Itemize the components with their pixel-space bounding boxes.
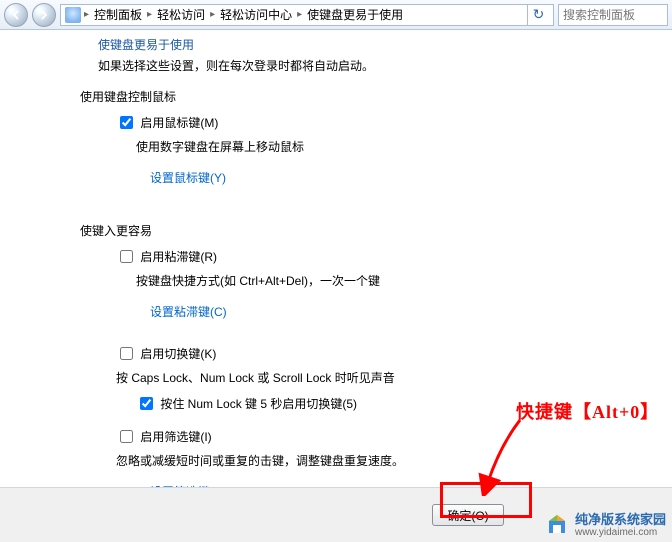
enable-sticky-keys-label[interactable]: 启用粘滞键(R) bbox=[140, 250, 217, 264]
hold-numlock-checkbox[interactable] bbox=[140, 397, 153, 410]
breadcrumb-keyboard-easier[interactable]: 使键盘更易于使用 bbox=[305, 4, 405, 25]
ok-button[interactable]: 确定(O) bbox=[432, 504, 504, 526]
address-bar: ▸ 控制面板 ▸ 轻松访问 ▸ 轻松访问中心 ▸ 使键盘更易于使用 ↻ 搜索控制… bbox=[0, 0, 672, 30]
chevron-right-icon: ▸ bbox=[296, 9, 303, 20]
annotation-text: 快捷键【Alt+0】 bbox=[516, 398, 659, 424]
refresh-icon[interactable]: ↻ bbox=[527, 4, 549, 26]
watermark-logo-icon bbox=[545, 513, 569, 537]
page-intro: 如果选择这些设置，则在每次登录时都将自动启动。 bbox=[98, 57, 662, 74]
watermark-name: 纯净版系统家园 bbox=[575, 513, 666, 527]
breadcrumb-ease-of-access-center[interactable]: 轻松访问中心 bbox=[218, 4, 294, 25]
chevron-right-icon: ▸ bbox=[146, 9, 153, 20]
chevron-right-icon: ▸ bbox=[83, 9, 90, 20]
set-sticky-keys-link[interactable]: 设置粘滞键(C) bbox=[150, 303, 227, 320]
enable-filter-keys-checkbox[interactable] bbox=[120, 430, 133, 443]
set-mouse-keys-link[interactable]: 设置鼠标键(Y) bbox=[150, 169, 226, 186]
enable-toggle-keys-checkbox[interactable] bbox=[120, 347, 133, 360]
hold-numlock-label[interactable]: 按住 Num Lock 键 5 秒启用切换键(5) bbox=[160, 397, 357, 411]
enable-filter-keys-label[interactable]: 启用筛选键(I) bbox=[140, 430, 211, 444]
breadcrumb[interactable]: ▸ 控制面板 ▸ 轻松访问 ▸ 轻松访问中心 ▸ 使键盘更易于使用 ↻ bbox=[60, 4, 554, 26]
toggle-keys-desc: 按 Caps Lock、Num Lock 或 Scroll Lock 时听见声音 bbox=[116, 369, 662, 386]
section-typing: 使键入更容易 bbox=[80, 222, 662, 239]
enable-mouse-keys-checkbox[interactable] bbox=[120, 116, 133, 129]
enable-sticky-keys-checkbox[interactable] bbox=[120, 250, 133, 263]
filter-keys-desc: 忽略或减缓短时间或重复的击键，调整键盘重复速度。 bbox=[116, 452, 662, 469]
back-button[interactable] bbox=[4, 3, 28, 27]
page-title: 使键盘更易于使用 bbox=[98, 36, 662, 53]
watermark-url: www.yidaimei.com bbox=[575, 527, 666, 538]
enable-toggle-keys-label[interactable]: 启用切换键(K) bbox=[140, 347, 216, 361]
enable-mouse-keys-label[interactable]: 启用鼠标键(M) bbox=[140, 116, 218, 130]
search-input[interactable]: 搜索控制面板 bbox=[558, 4, 668, 26]
sticky-keys-desc: 按键盘快捷方式(如 Ctrl+Alt+Del)，一次一个键 bbox=[136, 272, 662, 289]
chevron-right-icon: ▸ bbox=[209, 9, 216, 20]
control-panel-icon bbox=[65, 7, 81, 23]
breadcrumb-ease-of-access[interactable]: 轻松访问 bbox=[155, 4, 207, 25]
section-mouse-keys: 使用键盘控制鼠标 bbox=[80, 88, 662, 105]
breadcrumb-root[interactable]: 控制面板 bbox=[92, 4, 144, 25]
watermark: 纯净版系统家园 www.yidaimei.com bbox=[545, 513, 666, 538]
mouse-keys-desc: 使用数字键盘在屏幕上移动鼠标 bbox=[136, 138, 662, 155]
forward-button[interactable] bbox=[32, 3, 56, 27]
